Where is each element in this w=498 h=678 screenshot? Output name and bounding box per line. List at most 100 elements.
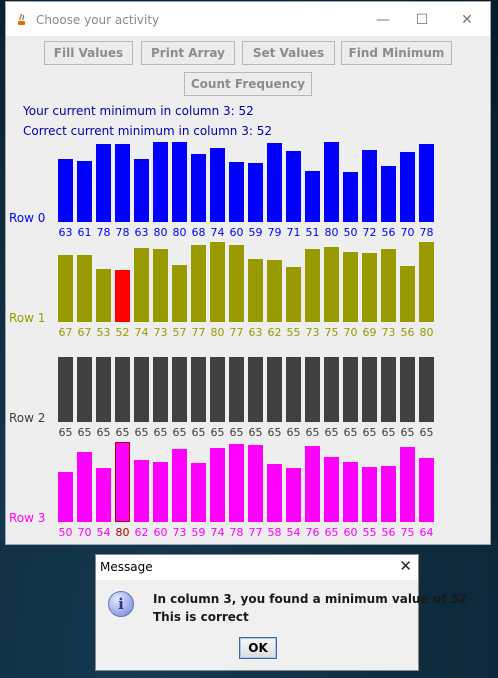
value-label-row1-col9: 77: [229, 326, 244, 339]
dialog-close-icon[interactable]: ✕: [399, 557, 412, 575]
bar-row2-col18: [400, 357, 415, 422]
bar-row1-col8: [210, 242, 225, 322]
row-label-1: Row 1: [9, 311, 46, 325]
find-minimum-button[interactable]: Find Minimum: [341, 41, 452, 65]
dialog-message-line1: In column 3, you found a minimum value o…: [153, 592, 468, 606]
value-label-row2-col5: 65: [153, 426, 168, 439]
value-label-row1-col11: 62: [267, 326, 282, 339]
value-label-row1-col0: 67: [58, 326, 73, 339]
value-label-row2-col13: 65: [305, 426, 320, 439]
dialog-title-bar: Message ✕: [96, 555, 418, 580]
value-label-row0-col19: 78: [419, 226, 434, 239]
value-label-row2-col19: 65: [419, 426, 434, 439]
value-label-row1-col19: 80: [419, 326, 434, 339]
value-label-row0-col13: 51: [305, 226, 320, 239]
bar-row2-col7: [191, 357, 206, 422]
row-label-3: Row 3: [9, 511, 46, 525]
value-label-row2-col11: 65: [267, 426, 282, 439]
value-label-row2-col4: 65: [134, 426, 149, 439]
value-label-row0-col9: 60: [229, 226, 244, 239]
bar-row0-col15: [343, 172, 358, 222]
bar-row2-col12: [286, 357, 301, 422]
value-label-row1-col1: 67: [77, 326, 92, 339]
current-minimum-text: Your current minimum in column 3: 52: [23, 104, 254, 118]
value-label-row1-col3: 52: [115, 326, 130, 339]
bar-row2-col1: [77, 357, 92, 422]
minimize-button[interactable]: —: [363, 6, 403, 34]
value-label-row3-col5: 60: [153, 526, 168, 539]
bar-row3-col2: [96, 468, 111, 522]
value-label-row0-col8: 74: [210, 226, 225, 239]
value-label-row2-col3: 65: [115, 426, 130, 439]
title-bar: Choose your activity — ☐ ✕: [6, 2, 490, 36]
dialog-title: Message: [100, 560, 153, 574]
value-label-row2-col10: 65: [248, 426, 263, 439]
bar-row1-col10: [248, 259, 263, 322]
value-label-row1-col16: 69: [362, 326, 377, 339]
bar-row0-col0: [58, 159, 73, 222]
print-array-button[interactable]: Print Array: [141, 41, 235, 65]
fill-values-button[interactable]: Fill Values: [44, 41, 133, 65]
bar-row2-col9: [229, 357, 244, 422]
bar-row1-col16: [362, 253, 377, 322]
bar-row2-col5: [153, 357, 168, 422]
value-label-row3-col11: 58: [267, 526, 282, 539]
count-frequency-button[interactable]: Count Frequency: [184, 72, 312, 96]
value-label-row1-col10: 63: [248, 326, 263, 339]
bar-row1-col17: [381, 249, 396, 322]
bar-row2-col0: [58, 357, 73, 422]
close-button[interactable]: ✕: [447, 6, 487, 34]
bar-row2-col16: [362, 357, 377, 422]
value-label-row3-col10: 77: [248, 526, 263, 539]
bar-row0-col17: [381, 166, 396, 222]
information-icon: i: [108, 591, 134, 617]
value-label-row3-col12: 54: [286, 526, 301, 539]
java-app-icon: [18, 13, 25, 25]
bar-row1-col5: [153, 249, 168, 322]
bar-row3-col5: [153, 462, 168, 522]
value-label-row1-col13: 73: [305, 326, 320, 339]
value-label-row3-col14: 65: [324, 526, 339, 539]
bar-row0-col12: [286, 151, 301, 222]
bar-row0-col6: [172, 142, 187, 222]
ok-button[interactable]: OK: [239, 637, 277, 659]
value-label-row0-col15: 50: [343, 226, 358, 239]
bar-row1-col9: [229, 245, 244, 322]
value-label-row2-col15: 65: [343, 426, 358, 439]
bar-row0-col8: [210, 148, 225, 222]
maximize-button[interactable]: ☐: [402, 6, 442, 34]
value-label-row3-col1: 70: [77, 526, 92, 539]
bar-row2-col4: [134, 357, 149, 422]
bar-row3-col11: [267, 464, 282, 522]
value-label-row0-col11: 79: [267, 226, 282, 239]
bar-row2-col10: [248, 357, 263, 422]
bar-row2-col8: [210, 357, 225, 422]
value-label-row1-col17: 73: [381, 326, 396, 339]
value-label-row3-col17: 56: [381, 526, 396, 539]
value-label-row0-col1: 61: [77, 226, 92, 239]
value-label-row2-col0: 65: [58, 426, 73, 439]
value-label-row3-col18: 75: [400, 526, 415, 539]
bar-row0-col11: [267, 143, 282, 222]
bar-row0-col14: [324, 142, 339, 222]
value-label-row2-col17: 65: [381, 426, 396, 439]
value-label-row3-col8: 74: [210, 526, 225, 539]
value-label-row1-col4: 74: [134, 326, 149, 339]
value-label-row3-col0: 50: [58, 526, 73, 539]
bar-row0-col9: [229, 162, 244, 222]
bar-row3-col0: [58, 472, 73, 522]
value-label-row1-col18: 56: [400, 326, 415, 339]
bar-row1-col3: [115, 270, 130, 322]
bar-row3-col1: [77, 452, 92, 522]
bar-row2-col3: [115, 357, 130, 422]
value-label-row0-col14: 80: [324, 226, 339, 239]
bar-row3-col17: [381, 466, 396, 522]
bar-row1-col1: [77, 255, 92, 322]
value-label-row2-col1: 65: [77, 426, 92, 439]
bar-row3-col13: [305, 446, 320, 522]
value-label-row0-col5: 80: [153, 226, 168, 239]
message-dialog: Message ✕ i In column 3, you found a min…: [95, 554, 467, 671]
bar-row3-col3: [115, 442, 130, 522]
set-values-button[interactable]: Set Values: [242, 41, 335, 65]
bar-row3-col8: [210, 448, 225, 522]
